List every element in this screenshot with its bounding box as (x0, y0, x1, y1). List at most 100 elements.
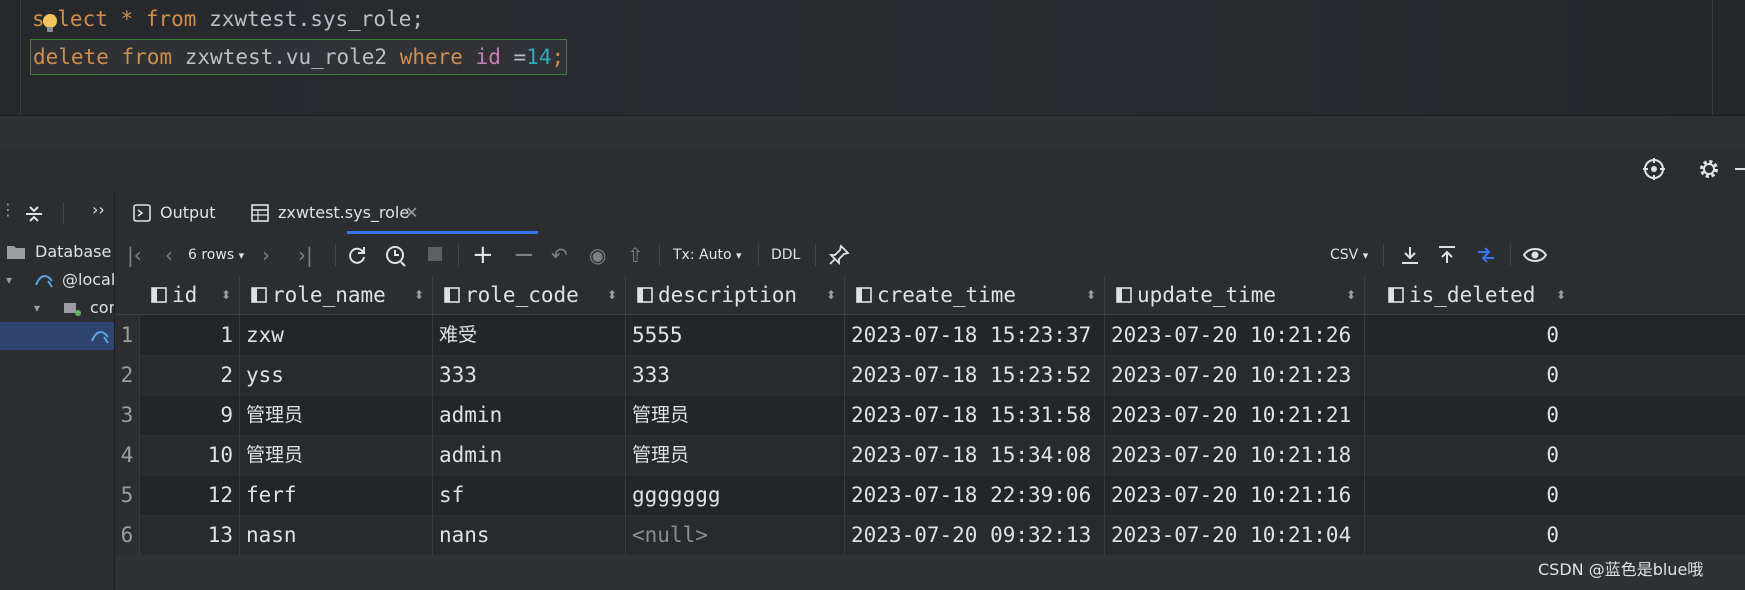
cell-description[interactable]: 管理员 (626, 435, 845, 475)
cell-role-name[interactable]: ferf (240, 475, 433, 515)
close-icon[interactable]: ✕ (405, 192, 418, 234)
cell-create-time[interactable]: 2023-07-20 09:32:13 (845, 515, 1105, 555)
rows-selector[interactable]: 6 rows ▾ (188, 234, 244, 276)
cell-description[interactable]: 管理员 (626, 395, 845, 435)
cell-role-code[interactable]: 难受 (433, 315, 626, 355)
cell-is-deleted[interactable]: 0 (1365, 355, 1565, 395)
cell-description[interactable]: <null> (626, 515, 845, 555)
table-row[interactable]: 4 10 管理员 admin 管理员 2023-07-18 15:34:08 2023-07… (115, 435, 1745, 476)
transaction-mode-selector[interactable]: Tx: Auto ▾ (673, 234, 742, 276)
column-header-role-code[interactable]: role_code ⬍ (433, 276, 626, 314)
sort-icon[interactable]: ⬍ (1346, 276, 1356, 314)
column-header-description[interactable]: description ⬍ (626, 276, 845, 314)
sort-icon[interactable]: ⬍ (1086, 276, 1096, 314)
column-header-update-time[interactable]: update_time ⬍ (1105, 276, 1365, 314)
cell-update-time[interactable]: 2023-07-20 10:21:23 (1105, 355, 1365, 395)
code-line-2[interactable]: delete from zxwtest.vu_role2 where id =1… (30, 39, 568, 75)
cell-create-time[interactable]: 2023-07-18 15:23:37 (845, 315, 1105, 355)
view-eye-icon[interactable] (1523, 245, 1547, 265)
cell-is-deleted[interactable]: 0 (1365, 515, 1565, 555)
cell-role-name[interactable]: 管理员 (240, 395, 433, 435)
sort-icon[interactable]: ⬍ (607, 276, 617, 314)
cell-description[interactable]: 5555 (626, 315, 845, 355)
export-format-selector[interactable]: CSV ▾ (1330, 234, 1368, 276)
cell-role-name[interactable]: yss (240, 355, 433, 395)
sql-editor[interactable]: select * from zxwtest.sys_role; delete f… (0, 0, 1745, 115)
refresh-icon[interactable] (347, 245, 367, 265)
table-row[interactable]: 2 2 yss 333 333 2023-07-18 15:23:52 2023-07-20… (115, 355, 1745, 396)
tree-item-schema[interactable]: ▾ cor (0, 294, 114, 322)
table-row[interactable]: 3 9 管理员 admin 管理员 2023-07-18 15:31:58 2023-07-… (115, 395, 1745, 436)
last-page-icon[interactable]: ›| (298, 234, 313, 276)
more-icon[interactable]: ›› (92, 200, 105, 219)
collapse-all-icon[interactable]: ⋮ (0, 200, 16, 219)
ddl-button[interactable]: DDL (771, 234, 800, 276)
row-number[interactable]: 1 (115, 315, 140, 355)
cell-create-time[interactable]: 2023-07-18 22:39:06 (845, 475, 1105, 515)
history-clock-icon[interactable] (385, 245, 407, 267)
cell-is-deleted[interactable]: 0 (1365, 435, 1565, 475)
cell-is-deleted[interactable]: 0 (1365, 395, 1565, 435)
compare-arrows-icon[interactable] (1475, 244, 1497, 266)
cell-is-deleted[interactable]: 0 (1365, 315, 1565, 355)
cell-update-time[interactable]: 2023-07-20 10:21:04 (1105, 515, 1365, 555)
table-row[interactable]: 5 12 ferf sf ggggggg 2023-07-18 22:39:06 2023-… (115, 475, 1745, 516)
column-header-is-deleted[interactable]: is_deleted ⬍ (1365, 276, 1565, 314)
cell-role-code[interactable]: admin (433, 395, 626, 435)
cell-id[interactable]: 10 (140, 435, 240, 475)
code-line-1[interactable]: select * from zxwtest.sys_role; (32, 1, 424, 37)
previous-page-icon[interactable]: ‹ (165, 234, 173, 276)
upload-icon[interactable] (1437, 245, 1457, 265)
cell-role-code[interactable]: sf (433, 475, 626, 515)
cell-role-code[interactable]: 333 (433, 355, 626, 395)
cell-update-time[interactable]: 2023-07-20 10:21:16 (1105, 475, 1365, 515)
table-row[interactable]: 1 1 zxw 难受 5555 2023-07-18 15:23:37 2023-07-20… (115, 315, 1745, 356)
tree-item-selected[interactable] (0, 322, 114, 350)
next-page-icon[interactable]: › (262, 234, 270, 276)
column-header-role-name[interactable]: role_name ⬍ (240, 276, 433, 314)
revert-icon[interactable]: ↶ (551, 234, 568, 276)
cell-create-time[interactable]: 2023-07-18 15:31:58 (845, 395, 1105, 435)
sort-icon[interactable]: ⬍ (221, 276, 231, 314)
tree-item-host[interactable]: ▾ @local (0, 266, 114, 294)
cell-is-deleted[interactable]: 0 (1365, 475, 1565, 515)
cell-role-code[interactable]: admin (433, 435, 626, 475)
cell-role-name[interactable]: zxw (240, 315, 433, 355)
expand-collapse-icon[interactable] (24, 204, 44, 224)
cell-update-time[interactable]: 2023-07-20 10:21:18 (1105, 435, 1365, 475)
sort-icon[interactable]: ⬍ (414, 276, 424, 314)
cell-description[interactable]: 333 (626, 355, 845, 395)
cell-description[interactable]: ggggggg (626, 475, 845, 515)
row-number[interactable]: 4 (115, 435, 140, 475)
stop-icon[interactable] (427, 246, 443, 264)
gear-icon[interactable] (1697, 157, 1721, 181)
cell-id[interactable]: 2 (140, 355, 240, 395)
cell-id[interactable]: 13 (140, 515, 240, 555)
tree-item-database[interactable]: Database (0, 238, 114, 266)
cell-id[interactable]: 12 (140, 475, 240, 515)
row-number[interactable]: 6 (115, 515, 140, 555)
preview-changes-icon[interactable]: ◉ (589, 234, 606, 276)
row-number[interactable]: 3 (115, 395, 140, 435)
cell-update-time[interactable]: 2023-07-20 10:21:21 (1105, 395, 1365, 435)
minimize-icon[interactable] (1735, 168, 1745, 170)
crosshair-icon[interactable] (1642, 157, 1666, 181)
result-grid[interactable]: id ⬍ role_name ⬍ role_code ⬍ description… (115, 276, 1745, 590)
column-header-id[interactable]: id ⬍ (140, 276, 240, 314)
download-icon[interactable] (1400, 245, 1420, 265)
delete-row-icon[interactable]: − (513, 234, 535, 276)
first-page-icon[interactable]: |‹ (127, 234, 142, 276)
row-number[interactable]: 2 (115, 355, 140, 395)
cell-create-time[interactable]: 2023-07-18 15:23:52 (845, 355, 1105, 395)
row-number[interactable]: 5 (115, 475, 140, 515)
cell-id[interactable]: 9 (140, 395, 240, 435)
sort-icon[interactable]: ⬍ (826, 276, 836, 314)
cell-id[interactable]: 1 (140, 315, 240, 355)
cell-role-name[interactable]: nasn (240, 515, 433, 555)
column-header-create-time[interactable]: create_time ⬍ (845, 276, 1105, 314)
cell-role-name[interactable]: 管理员 (240, 435, 433, 475)
add-row-icon[interactable]: + (472, 234, 494, 276)
pin-icon[interactable] (828, 244, 850, 266)
submit-icon[interactable]: ⇧ (627, 234, 644, 276)
intention-bulb-icon[interactable] (42, 13, 58, 35)
